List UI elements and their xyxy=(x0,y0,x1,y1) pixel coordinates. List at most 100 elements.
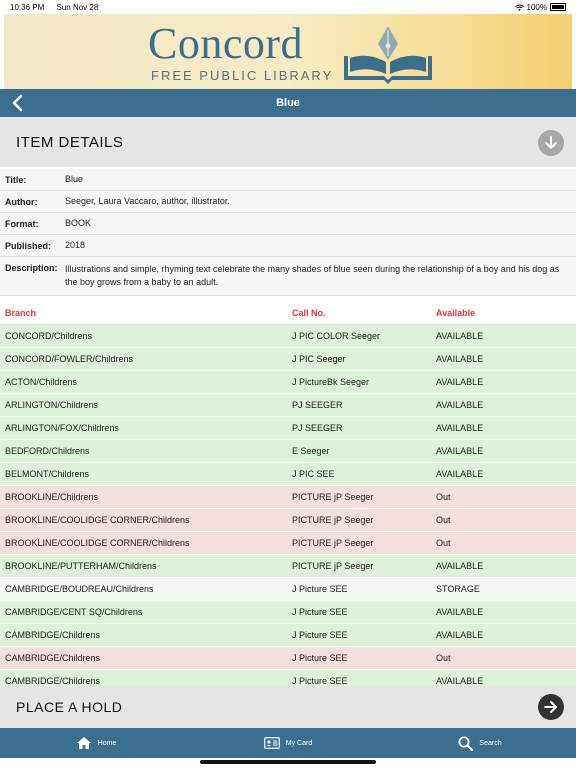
availability-cell: Out xyxy=(436,538,451,548)
availability-cell: AVAILABLE xyxy=(436,400,484,410)
arrow-down-icon xyxy=(545,136,557,149)
branch-cell: BROOKLINE/COOLIDGE CORNER/Childrens xyxy=(5,515,190,525)
call-number-cell: PJ SEEGER xyxy=(292,423,343,433)
branch-cell: ACTON/Childrens xyxy=(5,377,77,387)
detail-label: Description: xyxy=(5,263,58,273)
table-row[interactable]: CONCORD/FOWLER/Childrens J PIC Seeger AVAI… xyxy=(0,348,576,371)
branch-cell: ARLINGTON/Childrens xyxy=(5,400,98,410)
detail-label: Format: xyxy=(5,218,39,229)
branch-cell: CAMBRIDGE/BOUDREAU/Childrens xyxy=(5,584,154,594)
detail-format-row: Format: BOOK xyxy=(0,213,576,235)
tab-search-label: Search xyxy=(479,739,502,747)
table-row[interactable]: CONCORD/Childrens J PIC COLOR Seeger AVAIL… xyxy=(0,325,576,348)
detail-author-row: Author: Seeger, Laura Vaccaro, author, i… xyxy=(0,191,576,213)
book-pen-logo-icon xyxy=(344,26,432,84)
banner-title: Concord xyxy=(148,19,304,68)
card-icon xyxy=(263,737,280,749)
availability-cell: AVAILABLE xyxy=(436,561,484,571)
place-hold-label: PLACE A HOLD xyxy=(16,699,123,715)
branch-cell: BROOKLINE/PUTTERHAM/Childrens xyxy=(5,561,157,571)
status-bar: 10:36 PM Sun Nov 28 100% xyxy=(0,0,576,14)
availability-cell: AVAILABLE xyxy=(436,377,484,387)
item-details-header[interactable]: ITEM DETAILS xyxy=(0,117,576,167)
nav-title: Blue xyxy=(276,97,300,109)
detail-value: Seeger, Laura Vaccaro, author, illustrat… xyxy=(65,196,230,206)
place-hold-bar[interactable]: PLACE A HOLD xyxy=(0,686,576,728)
table-row[interactable]: BROOKLINE/PUTTERHAM/Childrens PICTURE jP … xyxy=(0,555,576,578)
call-number-cell: PICTURE jP Seeger xyxy=(292,538,374,548)
arrow-right-icon xyxy=(544,701,557,713)
branch-cell: CAMBRIDGE/Childrens xyxy=(5,653,101,663)
place-hold-button[interactable] xyxy=(538,694,564,720)
detail-value: 2018 xyxy=(65,240,86,250)
status-date: Sun Nov 28 xyxy=(56,2,99,12)
table-row[interactable]: CAMBRIDGE/Childrens J Picture SEE AVAILABL… xyxy=(0,670,576,686)
availability-cell: AVAILABLE xyxy=(436,423,484,433)
table-row[interactable]: CAMBRIDGE/Childrens J Picture SEE Out xyxy=(0,647,576,670)
collapse-button[interactable] xyxy=(538,130,564,156)
branch-cell: BELMONT/Childrens xyxy=(5,469,90,479)
availability-cell: AVAILABLE xyxy=(436,469,484,479)
detail-description-row: Description: Illustrations and simple, r… xyxy=(0,257,576,296)
item-details: Title: Blue Author: Seeger, Laura Vaccar… xyxy=(0,169,576,296)
call-number-cell: J PictureBk Seeger xyxy=(292,377,370,387)
call-number-cell: PICTURE jP Seeger xyxy=(292,515,374,525)
branch-cell: CONCORD/Childrens xyxy=(5,331,93,341)
call-number-cell: J PIC Seeger xyxy=(292,354,346,364)
availability-cell: AVAILABLE xyxy=(436,331,484,341)
header-branch: Branch xyxy=(5,308,37,318)
status-time: 10:36 PM xyxy=(10,2,45,12)
header-available: Available xyxy=(436,308,476,318)
table-body: CONCORD/Childrens J PIC COLOR Seeger AVAIL… xyxy=(0,325,576,686)
availability-cell: Out xyxy=(436,653,451,663)
library-banner: Concord FREE PUBLIC LIBRARY xyxy=(4,14,572,89)
table-row[interactable]: CAMBRIDGE/BOUDREAU/Childrens J Picture SE… xyxy=(0,578,576,601)
table-row[interactable]: BROOKLINE/COOLIDGE CORNER/Childrens PICTU… xyxy=(0,532,576,555)
call-number-cell: E Seeger xyxy=(292,446,330,456)
table-row[interactable]: BROOKLINE/Childrens PICTURE jP Seeger Out xyxy=(0,486,576,509)
detail-label: Author: xyxy=(5,196,38,207)
call-number-cell: J Picture SEE xyxy=(292,584,348,594)
detail-value: Blue xyxy=(65,174,84,184)
detail-label: Title: xyxy=(5,174,27,185)
call-number-cell: J Picture SEE xyxy=(292,630,348,640)
branch-cell: CONCORD/FOWLER/Childrens xyxy=(5,354,134,364)
home-icon xyxy=(76,737,91,749)
table-row[interactable]: BROOKLINE/COOLIDGE CORNER/Childrens PICTU… xyxy=(0,509,576,532)
availability-cell: AVAILABLE xyxy=(436,676,484,686)
tab-home[interactable]: Home xyxy=(0,728,192,758)
table-row[interactable]: CAMBRIDGE/Childrens J Picture SEE AVAILABL… xyxy=(0,624,576,647)
table-row[interactable]: ARLINGTON/Childrens PJ SEEGER AVAILABLE xyxy=(0,394,576,417)
tab-my-card-label: My Card xyxy=(285,739,313,747)
table-row[interactable]: ACTON/Childrens J PictureBk Seeger AVAILAB… xyxy=(0,371,576,394)
availability-cell: STORAGE xyxy=(436,584,480,594)
search-icon xyxy=(458,736,474,751)
call-number-cell: J Picture SEE xyxy=(292,676,348,686)
detail-value: Illustrations and simple, rhyming text c… xyxy=(65,264,560,287)
call-number-cell: J PIC COLOR Seeger xyxy=(292,331,381,341)
branch-cell: ARLINGTON/FOX/Childrens xyxy=(5,423,119,433)
battery-level: 100% xyxy=(526,2,547,12)
table-row[interactable]: BEDFORD/Childrens E Seeger AVAILABLE xyxy=(0,440,576,463)
branch-cell: CAMBRIDGE/Childrens xyxy=(5,676,101,686)
availability-cell: AVAILABLE xyxy=(436,446,484,456)
availability-cell: AVAILABLE xyxy=(436,354,484,364)
availability-table[interactable]: Branch Call No. Available CONCORD/Childr… xyxy=(0,302,576,686)
detail-value: BOOK xyxy=(65,218,92,228)
nav-bar: Blue xyxy=(0,89,576,117)
detail-label: Published: xyxy=(5,240,52,251)
back-chevron-icon[interactable] xyxy=(10,94,26,112)
branch-cell: BEDFORD/Childrens xyxy=(5,446,90,456)
branch-cell: CAMBRIDGE/Childrens xyxy=(5,630,101,640)
banner-subtitle: FREE PUBLIC LIBRARY xyxy=(151,68,334,83)
home-indicator xyxy=(200,760,376,764)
table-row[interactable]: CAMBRIDGE/CENT SQ/Childrens J Picture SEE… xyxy=(0,601,576,624)
table-row[interactable]: BELMONT/Childrens J PIC SEE AVAILABLE xyxy=(0,463,576,486)
tab-search[interactable]: Search xyxy=(384,728,576,758)
branch-cell: BROOKLINE/Childrens xyxy=(5,492,99,502)
tab-my-card[interactable]: My Card xyxy=(192,728,384,758)
header-call-no: Call No. xyxy=(292,308,326,318)
table-row[interactable]: ARLINGTON/FOX/Childrens PJ SEEGER AVAILABL… xyxy=(0,417,576,440)
branch-cell: BROOKLINE/COOLIDGE CORNER/Childrens xyxy=(5,538,190,548)
availability-cell: Out xyxy=(436,492,451,502)
